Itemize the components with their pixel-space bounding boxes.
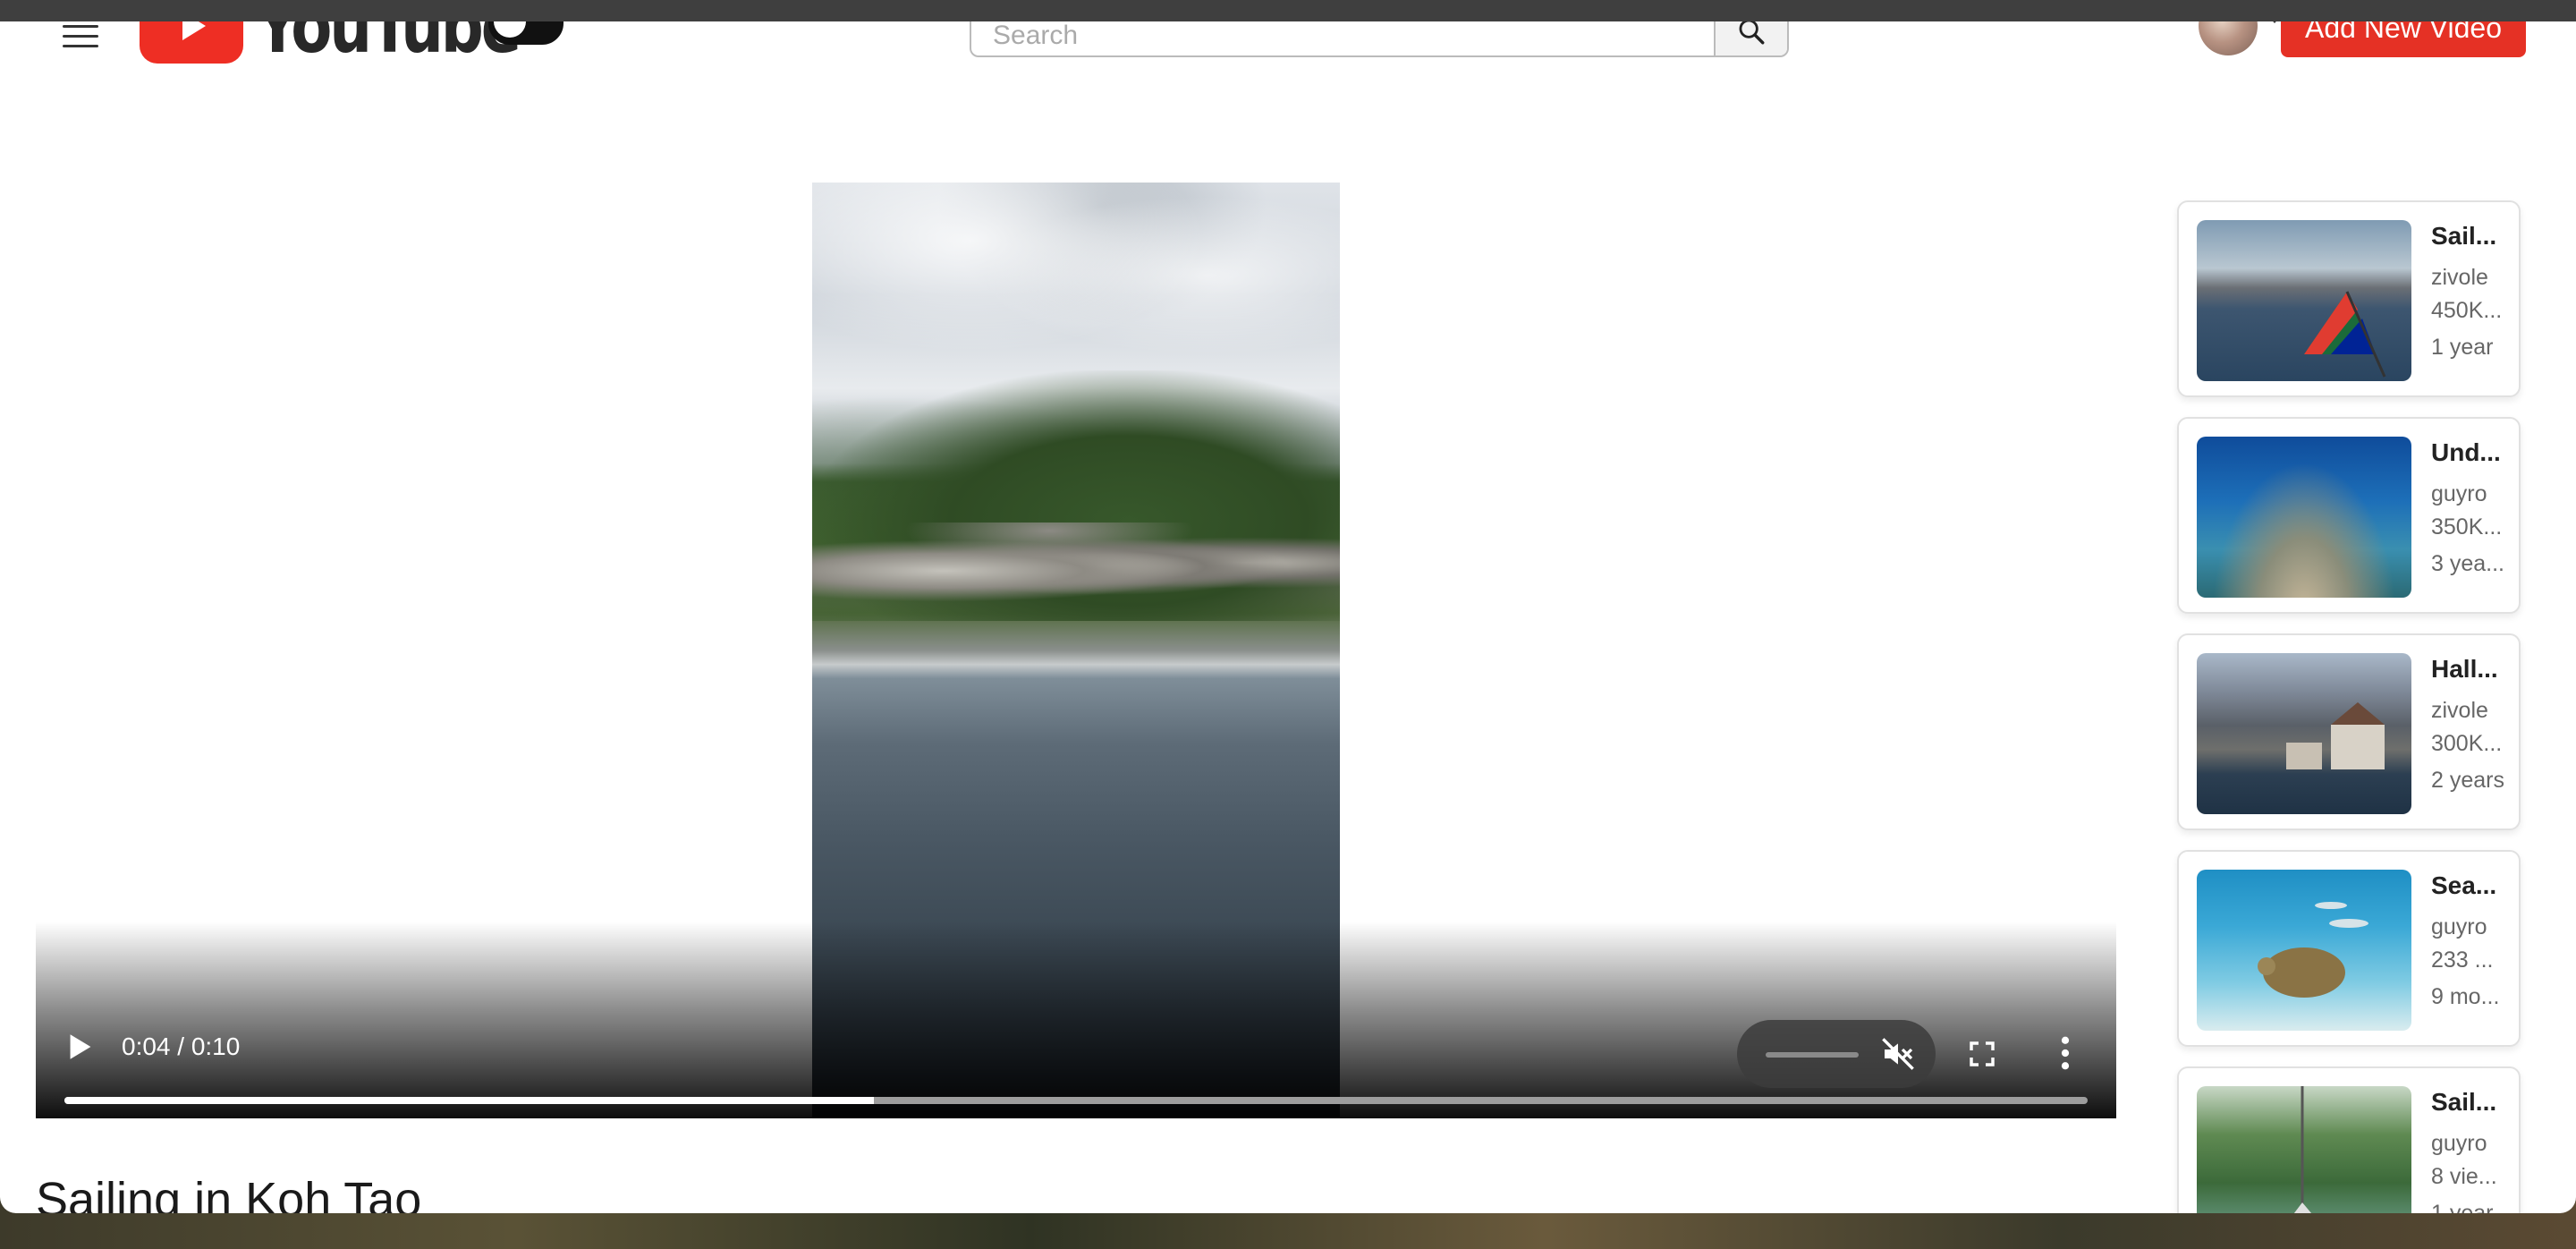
app-window: YouTube Add New Video 0:0 [0,21,2576,1213]
header: YouTube Add New Video [0,21,2576,75]
related-video-title[interactable]: Sea... [2431,871,2512,900]
related-videos: Sail... zivole 450K... 1 year Und... guy… [2177,200,2522,1213]
fullscreen-icon[interactable] [1968,1040,1996,1068]
video-thumbnail[interactable] [2197,870,2411,1031]
video-thumbnail[interactable] [2197,1086,2411,1213]
related-video-views: 450K... [2431,298,2503,323]
video-title: Sailing in Koh Tao [36,1173,422,1213]
video-player[interactable]: 0:04 / 0:10 [36,183,2116,1118]
muted-speaker-icon[interactable] [1880,1036,1916,1072]
time-display: 0:04 / 0:10 [122,1032,241,1060]
related-video-age: 1 year [2431,1201,2494,1213]
related-video-age: 9 mo... [2431,984,2500,1009]
progress-fill [64,1097,874,1104]
video-thumbnail[interactable] [2197,653,2411,814]
play-logo-icon [140,21,243,64]
related-video-title[interactable]: Sail... [2431,222,2512,251]
chevron-down-icon[interactable] [2268,21,2281,23]
progress-bar[interactable] [64,1097,2088,1104]
related-video-card[interactable]: Sea... guyro 233 ... 9 mo... [2177,850,2521,1047]
related-video-channel: zivole [2431,698,2488,723]
related-video-channel: guyro [2431,1131,2487,1156]
search-button[interactable] [1714,21,1787,55]
video-thumbnail[interactable] [2197,220,2411,381]
search-bar [970,21,1789,57]
add-new-video-button[interactable]: Add New Video [2281,21,2526,57]
search-icon [1739,21,1765,45]
related-video-card[interactable]: Und... guyro 350K... 3 yea... [2177,417,2521,614]
related-video-title[interactable]: Und... [2431,438,2512,467]
volume-control[interactable] [1737,1020,1936,1088]
theme-toggle[interactable] [488,21,564,45]
toggle-knob [494,21,526,38]
browser-top-bar [0,0,2576,21]
related-video-views: 300K... [2431,731,2503,756]
logo-text: YouTube [256,21,521,70]
video-thumbnail[interactable] [2197,437,2411,598]
menu-icon[interactable] [63,21,98,54]
related-video-title[interactable]: Hall... [2431,655,2512,684]
avatar[interactable] [2199,21,2258,55]
related-video-age: 2 years [2431,768,2504,793]
related-video-card[interactable]: Sail... guyro 8 vie... 1 year [2177,1066,2521,1213]
related-video-views: 233 ... [2431,947,2494,973]
more-options-icon[interactable] [2061,1036,2070,1070]
play-icon[interactable] [68,1032,93,1061]
related-video-views: 8 vie... [2431,1164,2497,1189]
related-video-channel: zivole [2431,265,2488,290]
related-video-channel: guyro [2431,481,2487,506]
related-video-channel: guyro [2431,914,2487,939]
related-video-views: 350K... [2431,514,2503,540]
related-video-title[interactable]: Sail... [2431,1088,2512,1117]
related-video-card[interactable]: Hall... zivole 300K... 2 years [2177,633,2521,830]
related-video-age: 3 yea... [2431,551,2504,576]
search-input[interactable] [971,21,1716,55]
related-video-age: 1 year [2431,335,2494,360]
volume-slider[interactable] [1766,1052,1859,1058]
related-video-card[interactable]: Sail... zivole 450K... 1 year [2177,200,2521,397]
